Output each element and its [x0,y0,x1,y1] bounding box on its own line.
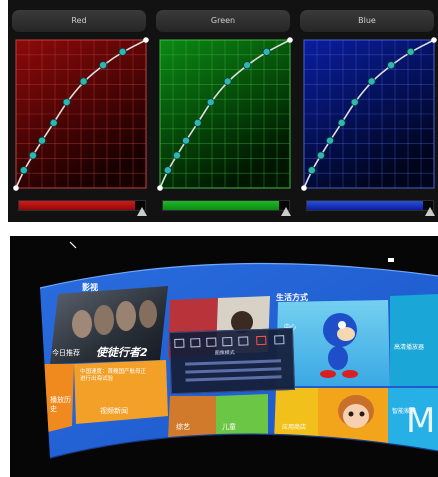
news-snippet: 中国速度：首艘国产航母正进行出海试验 [80,369,147,382]
smart-home-label: 智能家居 [392,408,417,415]
curve-control-point[interactable] [406,47,415,56]
green-curve-panel: Green [152,0,294,222]
history-tile-label: 播放历史 [50,396,71,413]
app-store-label: 应用商店 [282,424,307,431]
blue-level-slider[interactable] [306,200,435,216]
curve-control-point[interactable] [37,136,46,145]
green-channel-header: Green [156,10,290,32]
curve-endpoint[interactable] [143,37,149,43]
curve-control-point[interactable] [49,118,58,127]
curve-control-point[interactable] [172,151,181,160]
curve-control-point[interactable] [223,77,232,86]
channel-icon[interactable] [206,337,217,347]
curve-control-point[interactable] [181,136,190,145]
curve-endpoint[interactable] [431,37,437,43]
red-curve-graph[interactable] [13,37,149,191]
curve-control-point[interactable] [350,98,359,107]
actor-figure [72,310,92,338]
kids-tile-label: 儿童 [222,423,236,431]
curve-editor: Red Green Blue [8,0,438,222]
green-level-fill [163,201,279,210]
green-level-slider[interactable] [162,200,291,216]
curve-control-point[interactable] [337,118,346,127]
green-slider-knob[interactable] [281,207,291,216]
life-section-title: 生活方式 [276,293,308,302]
red-level-fill [19,201,135,210]
featured-badge: 今日推荐 [52,349,80,357]
osd-slider-row[interactable] [185,359,282,366]
red-level-slider[interactable] [18,200,147,216]
curve-control-point[interactable] [316,151,325,160]
hd-player-label: 高清播放器 [394,344,425,351]
curve-endpoint[interactable] [13,185,19,191]
curve-control-point[interactable] [367,77,376,86]
curve-endpoint[interactable] [287,37,293,43]
timer-icon[interactable] [238,336,249,346]
blue-curve-panel: Blue [296,0,438,222]
sound-icon[interactable] [190,338,201,348]
curve-control-point[interactable] [243,61,252,70]
green-curve-graph[interactable] [157,37,293,191]
video-news-label: 视频新闻 [100,407,128,415]
osd-settings-menu[interactable]: 图像模式 [168,327,296,395]
red-curve-panel: Red [8,0,150,222]
curve-control-point[interactable] [79,77,88,86]
picture-icon[interactable] [174,338,185,348]
selected-option-icon[interactable] [256,335,267,346]
actor-figure [94,305,114,335]
variety-tile-label: 综艺 [176,423,190,431]
display-icon[interactable] [222,336,233,347]
settings-icon[interactable] [274,335,285,345]
hd-player-tile[interactable] [390,294,438,386]
blue-slider-knob[interactable] [425,207,435,216]
osd-menu-title: 图像模式 [214,349,235,357]
curve-control-point[interactable] [62,98,71,107]
corner-mark [69,241,77,249]
blue-level-fill [307,201,423,210]
curve-control-point[interactable] [307,166,316,175]
blue-curve-graph[interactable] [301,37,437,191]
curved-tv-launcher: M 影视 生活方式 今日推荐 使徒行者2 中国速度：首艘国产航母正进行出海试验 … [10,236,438,477]
curve-control-point[interactable] [325,136,334,145]
osd-slider-row[interactable] [185,375,282,382]
red-slider-knob[interactable] [137,207,147,216]
red-channel-header: Red [12,10,146,32]
curve-control-point[interactable] [99,61,108,70]
curve-control-point[interactable] [206,98,215,107]
curve-endpoint[interactable] [157,185,163,191]
curve-control-point[interactable] [19,166,28,175]
curve-control-point[interactable] [28,151,37,160]
curve-control-point[interactable] [193,118,202,127]
curve-control-point[interactable] [163,166,172,175]
curve-control-point[interactable] [262,47,271,56]
curve-control-point[interactable] [387,61,396,70]
status-icon [388,258,394,262]
curve-control-point[interactable] [118,47,127,56]
actor-figure [116,301,136,331]
blue-channel-header: Blue [300,10,434,32]
osd-slider-row[interactable] [185,367,282,374]
actor-figure [139,300,157,328]
curve-endpoint[interactable] [301,185,307,191]
movies-section-title: 影视 [82,283,98,292]
featured-title: 使徒行者2 [96,346,148,359]
